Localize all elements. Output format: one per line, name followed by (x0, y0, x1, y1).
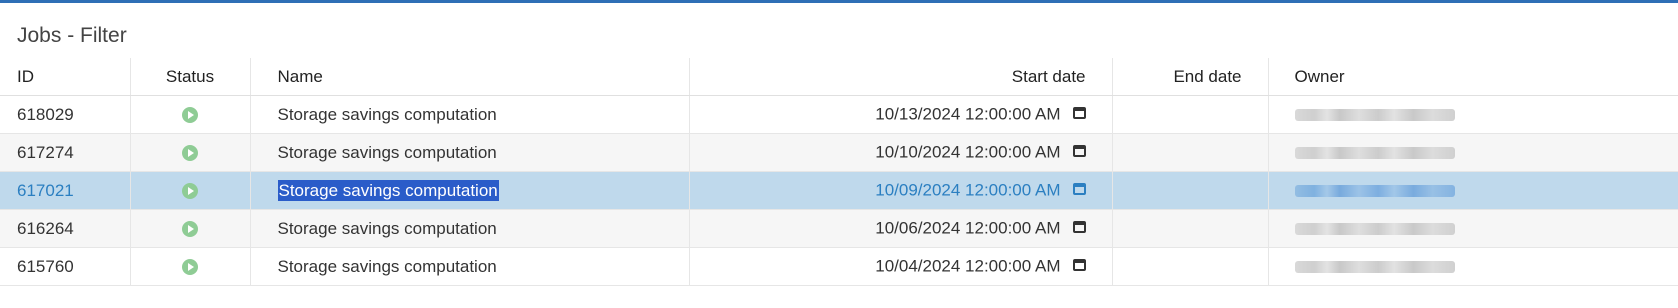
table-row[interactable]: 616264 Storage savings computation 10/06… (0, 209, 1678, 248)
play-circle-icon (182, 183, 198, 200)
job-id: 616264 (0, 209, 131, 248)
jobs-table: ID Status Name Start date End date Owner… (0, 58, 1678, 286)
table-row[interactable]: 618029 Storage savings computation 10/13… (0, 95, 1678, 134)
end-date (1112, 247, 1269, 286)
job-id: 617274 (0, 133, 131, 172)
start-date: 10/10/2024 12:00:00 AM (875, 142, 1061, 162)
column-header-end-date[interactable]: End date (1112, 58, 1269, 96)
end-date (1112, 95, 1269, 134)
column-header-name[interactable]: Name (250, 58, 690, 96)
table-row-selected[interactable]: 617021 Storage savings computation 10/09… (0, 171, 1678, 210)
calendar-icon[interactable] (1072, 106, 1086, 119)
start-date: 10/13/2024 12:00:00 AM (875, 104, 1061, 124)
panel-title: Jobs - Filter (17, 24, 127, 47)
start-date: 10/04/2024 12:00:00 AM (875, 256, 1061, 276)
job-name: Storage savings computation (250, 133, 690, 172)
job-id: 617021 (0, 171, 131, 210)
job-id: 618029 (0, 95, 131, 134)
play-circle-icon (182, 107, 198, 124)
calendar-icon[interactable] (1072, 182, 1086, 195)
top-accent-bar (0, 0, 1678, 3)
owner-redacted (1294, 109, 1455, 122)
start-date: 10/09/2024 12:00:00 AM (875, 180, 1061, 200)
owner-redacted (1294, 261, 1455, 274)
calendar-icon[interactable] (1072, 220, 1086, 233)
play-circle-icon (182, 221, 198, 238)
play-circle-icon (182, 259, 198, 276)
start-date: 10/06/2024 12:00:00 AM (875, 218, 1061, 238)
table-row[interactable]: 615760 Storage savings computation 10/04… (0, 247, 1678, 286)
owner-redacted (1294, 223, 1455, 236)
column-header-id[interactable]: ID (0, 58, 131, 96)
job-name-selected-text: Storage savings computation (277, 179, 499, 201)
table-row[interactable]: 617274 Storage savings computation 10/10… (0, 133, 1678, 172)
end-date (1112, 209, 1269, 248)
column-header-owner[interactable]: Owner (1268, 58, 1678, 96)
job-name: Storage savings computation (250, 247, 690, 286)
job-id: 615760 (0, 247, 131, 286)
owner-redacted (1294, 147, 1455, 160)
column-header-status[interactable]: Status (130, 58, 251, 96)
owner-redacted (1294, 185, 1455, 198)
calendar-icon[interactable] (1072, 144, 1086, 157)
column-header-start-date[interactable]: Start date (689, 58, 1113, 96)
calendar-icon[interactable] (1072, 258, 1086, 271)
job-name: Storage savings computation (250, 209, 690, 248)
table-header-row: ID Status Name Start date End date Owner (0, 58, 1678, 96)
play-circle-icon (182, 145, 198, 162)
end-date (1112, 133, 1269, 172)
end-date (1112, 171, 1269, 210)
job-name: Storage savings computation (250, 95, 690, 134)
